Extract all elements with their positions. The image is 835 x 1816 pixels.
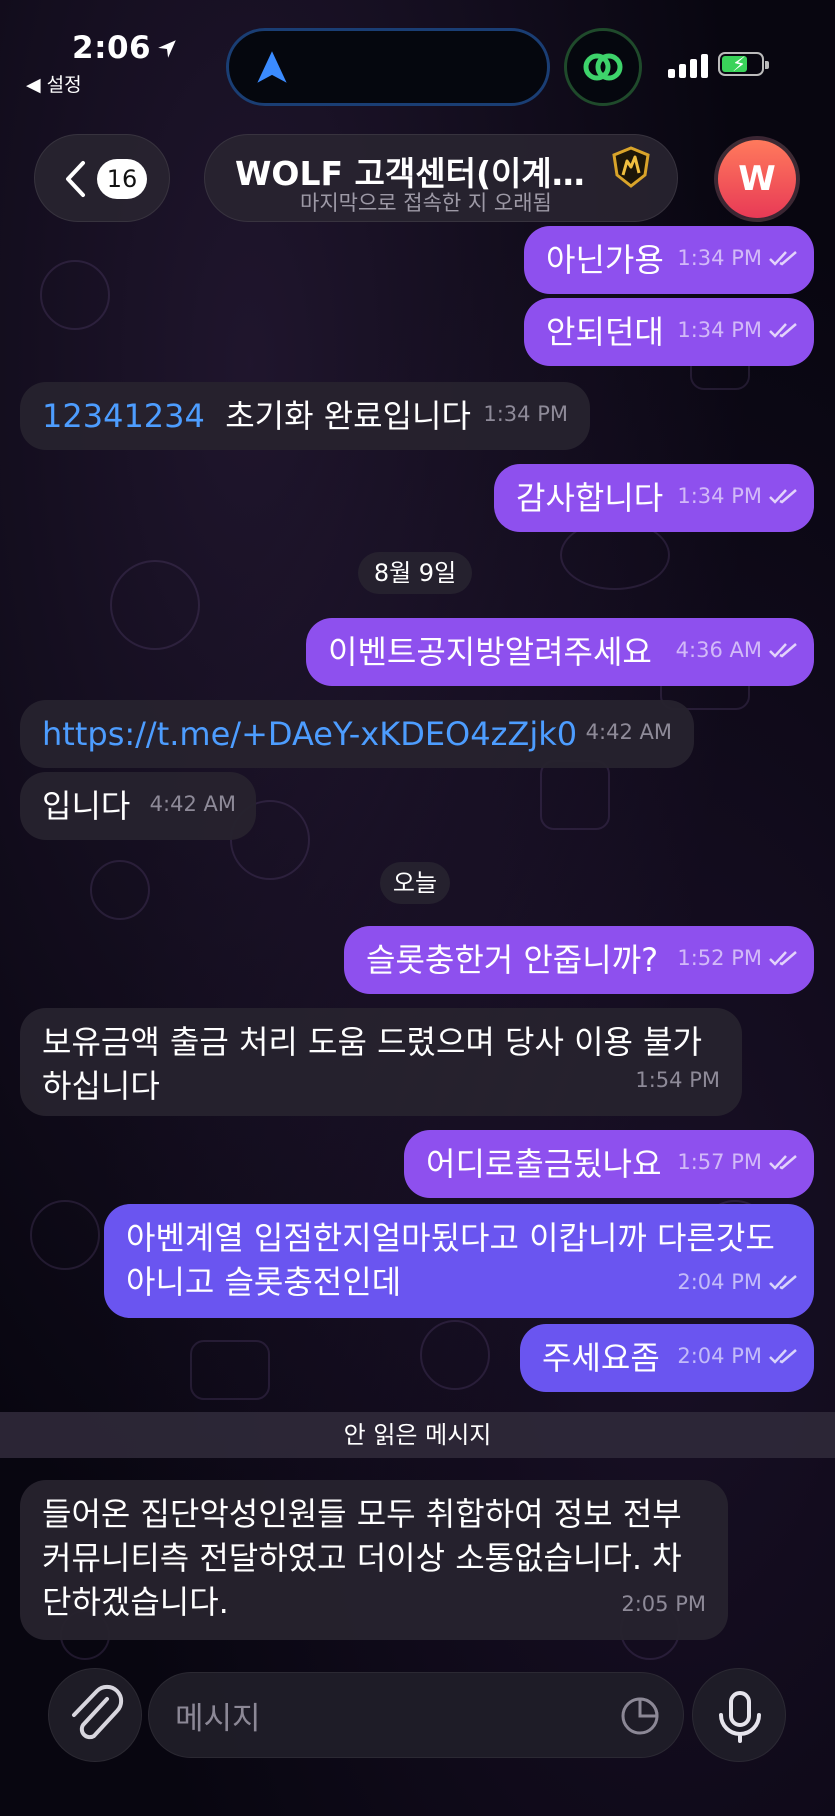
message-time: 2:04 PM [677, 1344, 762, 1368]
attach-button[interactable] [48, 1668, 142, 1762]
wolf-logo-icon [612, 146, 650, 188]
message-text: 슬롯충한거 안줍니까? [366, 941, 659, 979]
cellular-signal-icon [668, 54, 708, 78]
clock: 2:06 [72, 30, 152, 66]
chat-status: 마지막으로 접속한 지 오래됨 [300, 191, 552, 215]
back-to-app-link[interactable]: ◀ 설정 [26, 70, 82, 97]
linked-app-indicator[interactable] [564, 28, 642, 106]
battery-icon: ⚡ [718, 52, 769, 76]
message-text: 보유금액 출금 처리 도움 드렸으며 당사 이용 불가 하십니다 [42, 1023, 703, 1105]
message-text: 이벤트공지방알려주세요 [328, 633, 652, 671]
outgoing-message[interactable]: 주세요좀 2:04 PM [520, 1324, 814, 1392]
message-time: 1:54 PM [635, 1068, 720, 1092]
message-text: 들어온 집단악성인원들 모두 취합하여 정보 전부 커뮤니티측 전달하였고 더이상… [42, 1495, 682, 1621]
message-time: 1:34 PM [677, 484, 762, 508]
message-time: 4:42 AM [585, 720, 672, 744]
message-text: 입니다 [42, 787, 131, 825]
outgoing-message[interactable]: 이벤트공지방알려주세요 4:36 AM [306, 618, 814, 686]
message-text: 아닌가용 [546, 241, 664, 279]
message-input-placeholder: 메시지 [175, 1701, 261, 1737]
unread-messages-divider: 안 읽은 메시지 [0, 1412, 835, 1458]
outgoing-message[interactable]: 감사합니다 1:34 PM [494, 464, 814, 532]
chevron-left-icon [66, 161, 85, 197]
message-time: 1:57 PM [677, 1150, 762, 1174]
read-checkmarks-icon [769, 1155, 797, 1170]
location-arrow-icon [158, 40, 176, 58]
outgoing-message[interactable]: 안되던대 1:34 PM [524, 298, 814, 366]
voice-record-button[interactable] [692, 1668, 786, 1762]
navigation-arrow-icon [257, 51, 287, 83]
status-bar: 2:06 ◀ 설정 ⚡ [0, 0, 835, 110]
message-text: 주세요좀 [542, 1339, 660, 1377]
outgoing-message[interactable]: 어디로출금됬나요 1:57 PM [404, 1130, 814, 1198]
date-separator: 8월 9일 [358, 552, 472, 594]
chain-link-icon [583, 53, 623, 81]
unread-count-badge: 16 [97, 159, 147, 199]
message-time: 4:42 AM [149, 792, 236, 816]
read-checkmarks-icon [769, 951, 797, 966]
incoming-message[interactable]: https://t.me/+DAeY-xKDEO4zZjk0 4:42 AM [20, 700, 694, 768]
message-time: 2:04 PM [677, 1270, 762, 1294]
sticker-icon[interactable] [619, 1695, 661, 1737]
message-text: 감사합니다 [516, 479, 664, 517]
read-checkmarks-icon [769, 1275, 797, 1290]
message-time: 1:34 PM [483, 402, 568, 426]
read-checkmarks-icon [769, 323, 797, 338]
message-text: 어디로출금됬나요 [426, 1145, 662, 1183]
read-checkmarks-icon [769, 489, 797, 504]
date-separator: 오늘 [380, 862, 450, 904]
read-checkmarks-icon [769, 251, 797, 266]
paperclip-icon [72, 1684, 124, 1740]
message-text: 초기화 완료입니다 [225, 397, 471, 435]
message-time: 1:34 PM [677, 318, 762, 342]
incoming-message[interactable]: 입니다 4:42 AM [20, 772, 256, 840]
chat-title-button[interactable]: WOLF 고객센터(이계정… 마지막으로 접속한 지 오래됨 [204, 134, 678, 222]
incoming-message[interactable]: 보유금액 출금 처리 도움 드렸으며 당사 이용 불가 하십니다 1:54 PM [20, 1008, 742, 1116]
message-time: 4:36 AM [675, 638, 762, 662]
incoming-message[interactable]: 12341234 초기화 완료입니다 1:34 PM [20, 382, 590, 450]
incoming-message[interactable]: 들어온 집단악성인원들 모두 취합하여 정보 전부 커뮤니티측 전달하였고 더이상… [20, 1480, 728, 1640]
message-input[interactable]: 메시지 [148, 1672, 684, 1758]
outgoing-message[interactable]: 아벤계열 입점한지얼마됬다고 이캅니까 다른갓도 아니고 슬롯충전인데 2:04 … [104, 1204, 814, 1318]
back-button[interactable]: 16 [34, 134, 170, 222]
dynamic-island[interactable] [226, 28, 550, 106]
chat-avatar[interactable]: W [714, 136, 800, 222]
read-checkmarks-icon [769, 643, 797, 658]
message-time: 2:05 PM [621, 1592, 706, 1616]
message-time: 1:34 PM [677, 246, 762, 270]
avatar-letter: W [738, 159, 776, 199]
message-link[interactable]: https://t.me/+DAeY-xKDEO4zZjk0 [42, 712, 577, 756]
message-text: 안되던대 [546, 313, 664, 351]
message-link[interactable]: 12341234 [42, 397, 205, 435]
outgoing-message[interactable]: 아닌가용 1:34 PM [524, 226, 814, 294]
outgoing-message[interactable]: 슬롯충한거 안줍니까? 1:52 PM [344, 926, 814, 994]
message-time: 1:52 PM [677, 946, 762, 970]
microphone-icon [719, 1691, 761, 1743]
read-checkmarks-icon [769, 1349, 797, 1364]
